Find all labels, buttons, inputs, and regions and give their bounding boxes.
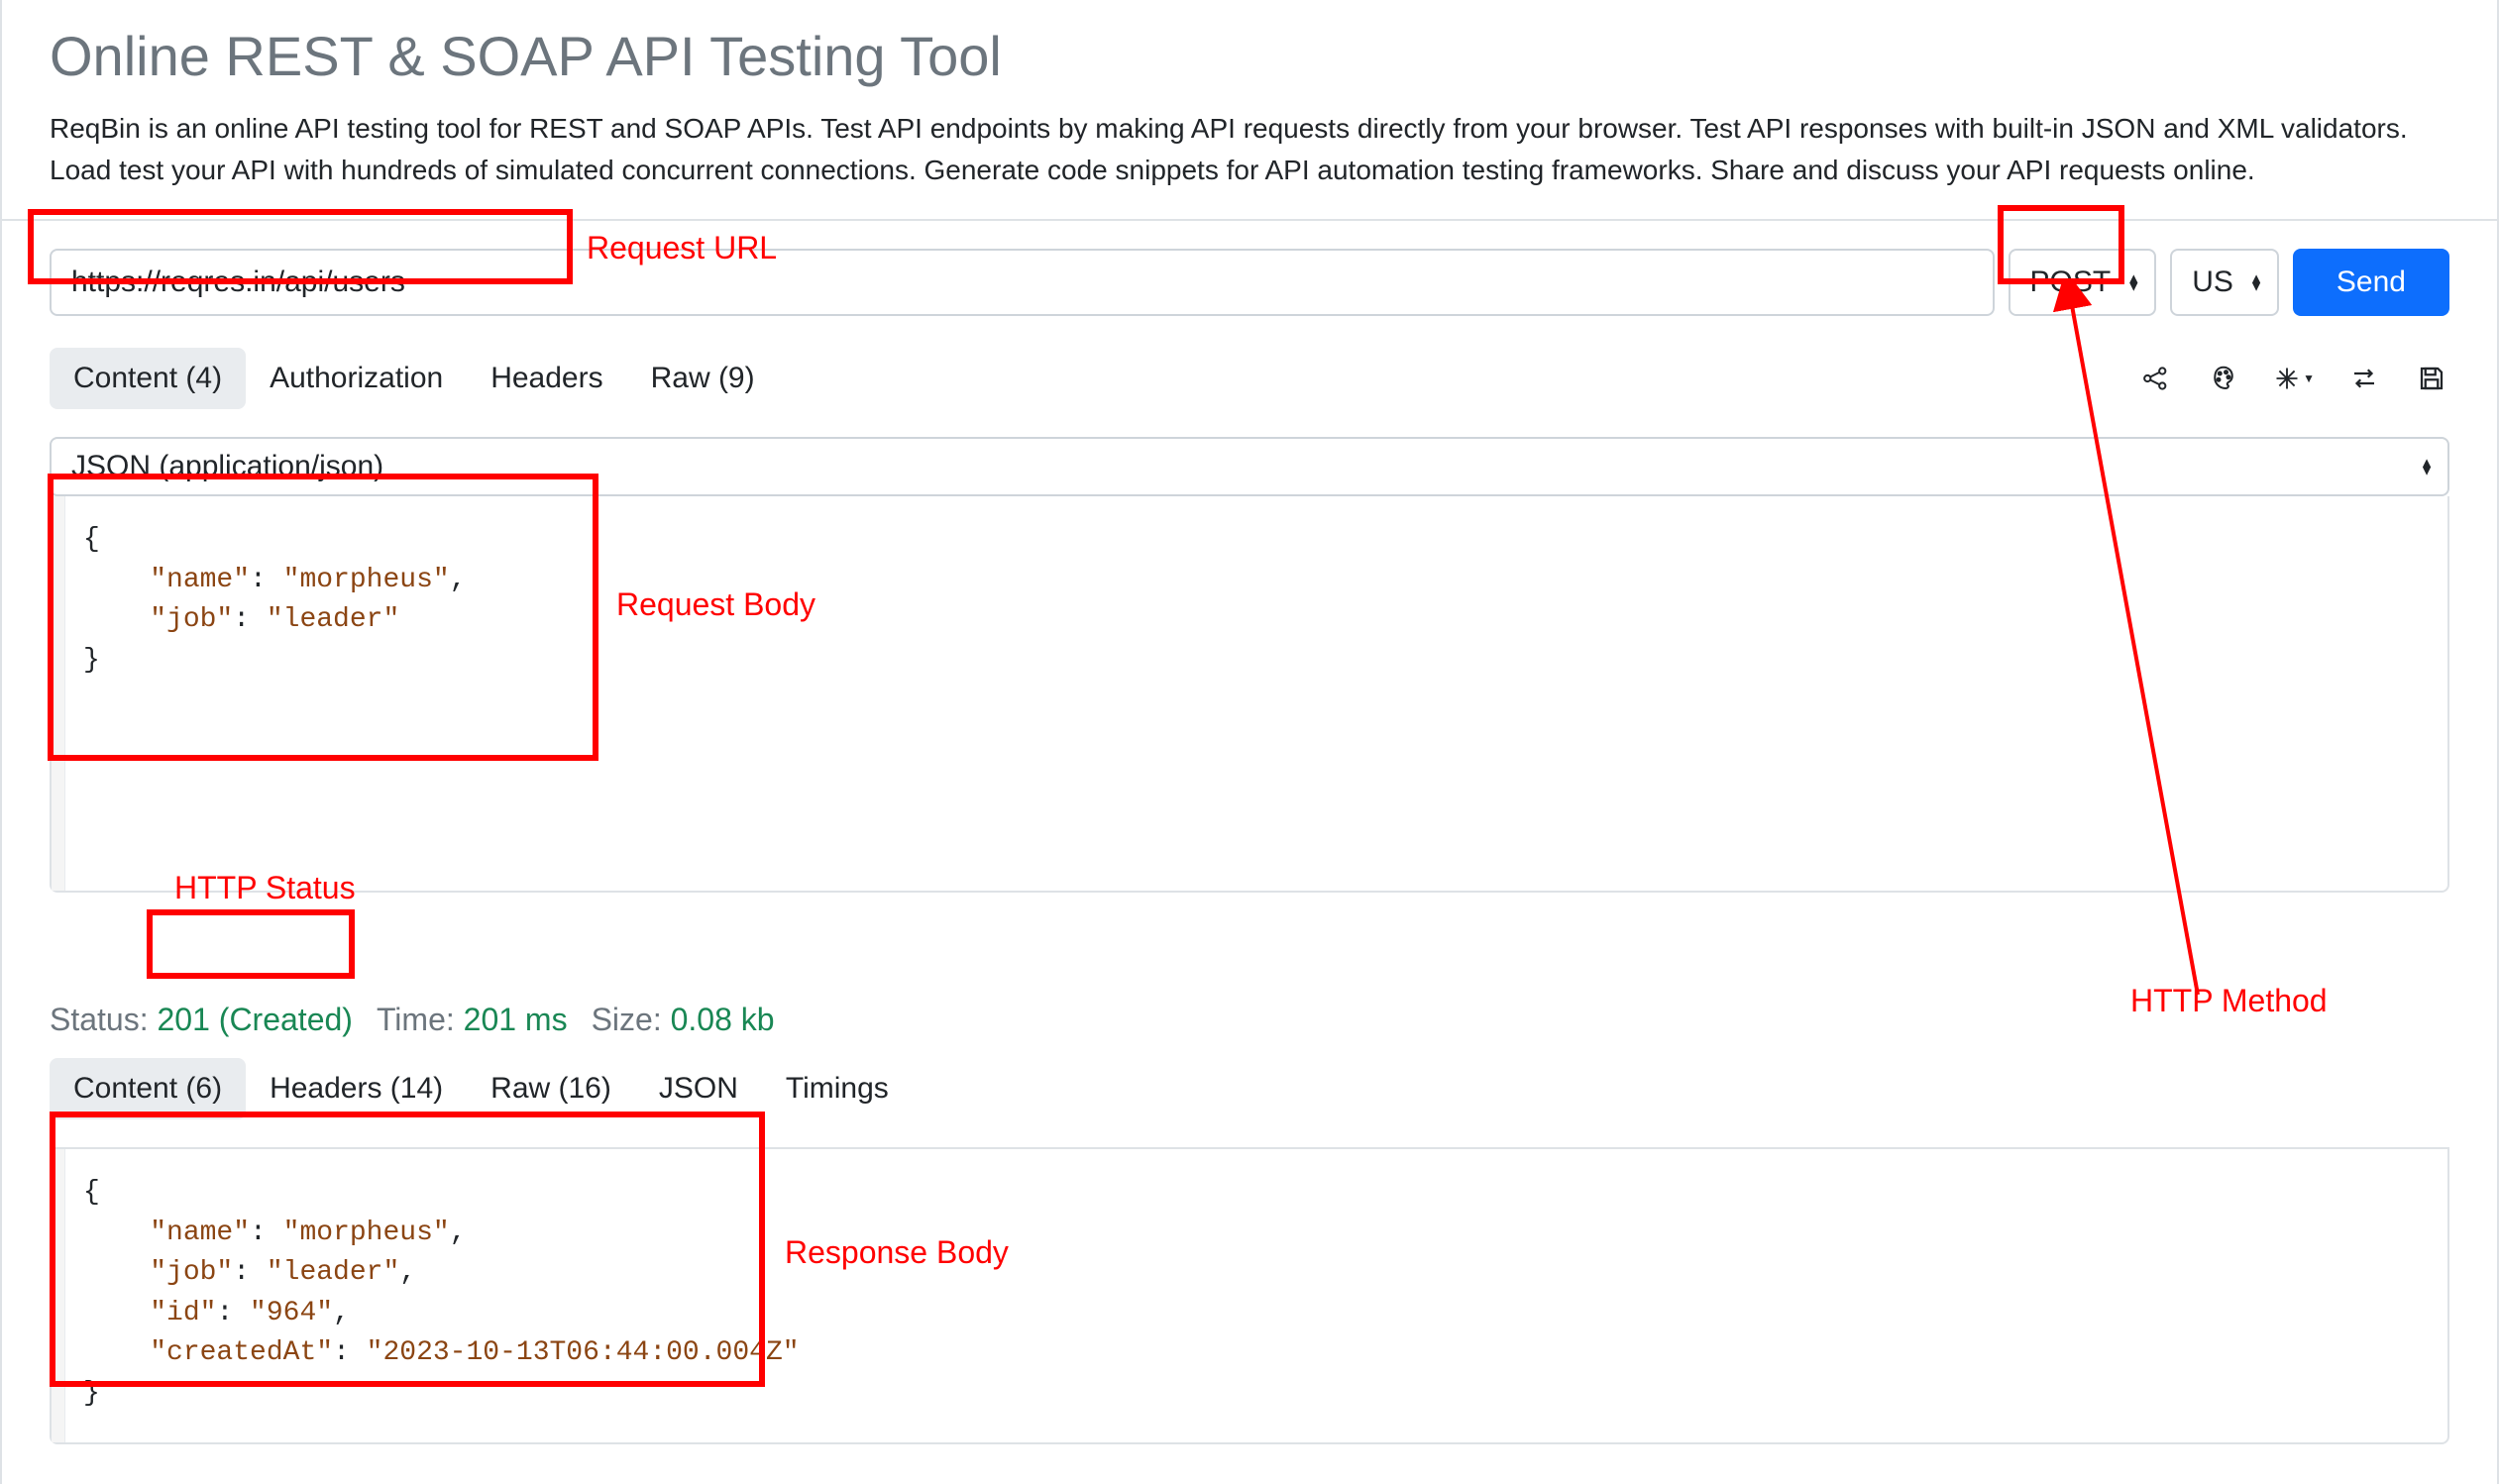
caret-icon: ▲▼ — [2249, 274, 2263, 291]
page-intro: ReqBin is an online API testing tool for… — [50, 108, 2449, 191]
request-body-editor[interactable]: { "name": "morpheus", "job": "leader" } — [50, 496, 2449, 893]
toolbar-icons: ▼ — [2138, 361, 2449, 396]
response-body-content: { "name": "morpheus", "job": "leader", "… — [65, 1149, 2447, 1442]
resp-tab-content[interactable]: Content (6) — [50, 1058, 246, 1119]
region-select[interactable]: US ▲▼ — [2170, 249, 2279, 316]
generate-code-icon[interactable]: ▼ — [2273, 361, 2315, 396]
divider — [2, 219, 2497, 221]
theme-icon[interactable] — [2206, 361, 2241, 396]
editor-gutter — [52, 496, 65, 891]
status-row: Status: 201 (Created) Time: 201 ms Size:… — [50, 1002, 2449, 1038]
time-value: 201 ms — [464, 1002, 568, 1037]
request-row: POST ▲▼ US ▲▼ Send — [50, 249, 2449, 316]
page-title: Online REST & SOAP API Testing Tool — [50, 24, 2449, 88]
caret-icon: ▲▼ — [2126, 274, 2140, 291]
tab-headers[interactable]: Headers — [467, 348, 626, 409]
time-label: Time: — [377, 1002, 455, 1037]
send-button[interactable]: Send — [2293, 249, 2449, 316]
save-icon[interactable] — [2414, 361, 2449, 396]
compare-icon[interactable] — [2346, 361, 2382, 396]
status-label: Status: — [50, 1002, 149, 1037]
region-value: US — [2192, 265, 2233, 299]
tab-raw[interactable]: Raw (9) — [627, 348, 779, 409]
content-type-select[interactable]: JSON (application/json) ▲▼ — [50, 437, 2449, 496]
size-label: Size: — [592, 1002, 662, 1037]
editor-gutter — [52, 1149, 65, 1442]
caret-icon: ▲▼ — [2420, 459, 2434, 476]
size-value: 0.08 kb — [671, 1002, 775, 1037]
resp-tab-headers[interactable]: Headers (14) — [246, 1058, 467, 1119]
resp-tab-raw[interactable]: Raw (16) — [467, 1058, 635, 1119]
status-value: 201 (Created) — [158, 1002, 353, 1037]
request-body-content[interactable]: { "name": "morpheus", "job": "leader" } — [65, 496, 2447, 891]
tab-authorization[interactable]: Authorization — [246, 348, 467, 409]
response-tabs-row: Content (6) Headers (14) Raw (16) JSON T… — [50, 1058, 2449, 1119]
resp-tab-json[interactable]: JSON — [635, 1058, 762, 1119]
resp-tab-timings[interactable]: Timings — [762, 1058, 913, 1119]
response-body-editor: { "name": "morpheus", "job": "leader", "… — [50, 1147, 2449, 1444]
url-input[interactable] — [50, 249, 1995, 316]
method-value: POST — [2030, 265, 2112, 299]
chevron-down-icon: ▼ — [2303, 371, 2315, 385]
content-type-value: JSON (application/json) — [71, 450, 383, 483]
tab-content[interactable]: Content (4) — [50, 348, 246, 409]
request-tabs-row: Content (4) Authorization Headers Raw (9… — [50, 348, 2449, 409]
share-icon[interactable] — [2138, 361, 2174, 396]
method-select[interactable]: POST ▲▼ — [2009, 249, 2157, 316]
